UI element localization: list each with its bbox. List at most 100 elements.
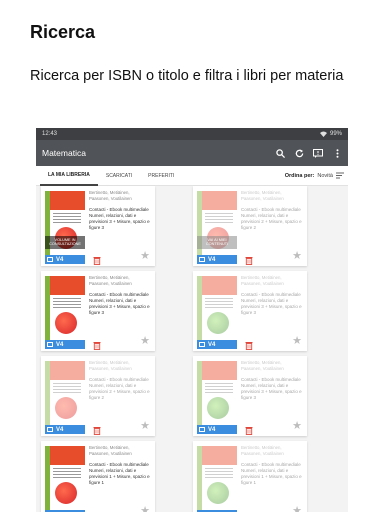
tab-scaricati[interactable]: SCARICATI (98, 166, 140, 186)
version-badge: V4 (197, 255, 237, 264)
cover-spine (197, 361, 202, 425)
cover-text-lines (53, 468, 81, 480)
book-cover[interactable] (197, 446, 237, 510)
trash-icon[interactable] (245, 507, 253, 512)
favorite-star-icon[interactable]: ★ (140, 336, 150, 347)
book-authors: Bertinetto, Metiäinen, Paasonen, Voutila… (241, 360, 284, 371)
book-title: Contacti - Ebook multimediale Numeri, re… (89, 462, 150, 485)
cover-artwork (55, 397, 77, 419)
status-time: 12:43 (42, 131, 58, 137)
trash-icon[interactable] (245, 422, 253, 435)
book-cover[interactable] (45, 446, 85, 510)
calendar-icon (199, 342, 205, 347)
version-label: V4 (56, 256, 64, 263)
book-card[interactable]: VOLUME IN CONSULTAZIONE V4 Bertinetto, Met… (41, 186, 155, 266)
tab-preferiti[interactable]: PREFERITI (140, 166, 182, 186)
calendar-icon (199, 257, 205, 262)
favorite-star-icon[interactable]: ★ (140, 506, 150, 512)
version-badge: V4 (45, 255, 85, 264)
calendar-icon (47, 342, 53, 347)
sort-value: Novità (317, 172, 333, 179)
book-authors: Bertinetto, Metiäinen, Paasonen, Voutila… (241, 445, 284, 456)
favorite-star-icon[interactable]: ★ (292, 251, 302, 262)
status-bar: 12:43 99% (36, 128, 348, 140)
favorite-star-icon[interactable]: ★ (292, 421, 302, 432)
message-icon[interactable] (313, 148, 323, 158)
app-bar-title: Matematica (42, 148, 86, 158)
book-title: Contacti - Ebook multimediale Numeri, re… (241, 377, 302, 400)
tablet-screen: 12:43 99% Matematica LA MIA LIBRERIA SCA… (36, 128, 348, 512)
version-badge: V4 (197, 425, 237, 434)
cover-text-lines (53, 213, 81, 225)
book-title: Contacti - Ebook multimediale Numeri, re… (89, 292, 150, 315)
calendar-icon (47, 257, 53, 262)
trash-icon[interactable] (93, 507, 101, 512)
book-card[interactable]: V4Bertinetto, Metiäinen, Paasonen, Vouti… (41, 441, 155, 512)
cover-overlay-label[interactable]: VOLUME IN CONSULTAZIONE (45, 235, 85, 249)
trash-icon[interactable] (245, 337, 253, 350)
calendar-icon (47, 427, 53, 432)
book-cover[interactable] (45, 276, 85, 340)
book-cover[interactable] (197, 361, 237, 425)
refresh-icon[interactable] (294, 148, 304, 158)
cover-spine (197, 446, 202, 510)
book-authors: Bertinetto, Metiäinen, Paasonen, Voutila… (89, 275, 132, 286)
book-info: Bertinetto, Metiäinen, Paasonen, Voutila… (241, 190, 303, 231)
cover-text-lines (205, 213, 233, 225)
book-card[interactable]: V4 Bertinetto, Metiäinen, Paasonen, Vouti… (193, 271, 307, 351)
book-info: Bertinetto, Metiäinen, Paasonen, Voutila… (241, 360, 303, 401)
trash-icon[interactable] (93, 252, 101, 265)
sort-label: Ordina per: (284, 172, 315, 179)
book-title: Contacti - Ebook multimediale Numeri, re… (241, 292, 302, 315)
search-icon[interactable] (275, 148, 285, 158)
trash-icon[interactable] (93, 337, 101, 350)
version-badge: V4 (45, 425, 85, 434)
book-info: Bertinetto, Metiäinen, Paasonen, Voutila… (241, 445, 303, 486)
app-bar: Matematica (36, 140, 348, 166)
book-title: Contacti - Ebook multimediale Numeri, re… (241, 462, 302, 485)
cover-artwork (55, 312, 77, 334)
version-label: V4 (56, 341, 64, 348)
book-info: Bertinetto, Metiäinen, Paasonen, Voutila… (89, 360, 151, 401)
cover-overlay-label[interactable]: VAI AI MIEI CONTENUTI (197, 235, 237, 249)
cover-text-lines (53, 383, 81, 395)
book-card[interactable]: V4 Bertinetto, Metiäinen, Paasonen, Vouti… (41, 271, 155, 351)
promo-title: Ricerca (30, 22, 96, 42)
book-card[interactable]: VAI AI MIEI CONTENUTI V4 Bertinetto, Metiä… (193, 186, 307, 266)
book-authors: Bertinetto, Metiäinen, Paasonen, Voutila… (89, 190, 132, 201)
battery-level: 99% (329, 131, 342, 137)
book-card[interactable]: V4Bertinetto, Metiäinen, Paasonen, Vouti… (193, 441, 307, 512)
book-cover[interactable] (197, 276, 237, 340)
cover-artwork (207, 312, 229, 334)
cover-text-lines (205, 298, 233, 310)
book-card[interactable]: V4 Bertinetto, Metiäinen, Paasonen, Vouti… (193, 356, 307, 436)
cover-text-lines (205, 468, 233, 480)
favorite-star-icon[interactable]: ★ (140, 251, 150, 262)
favorite-star-icon[interactable]: ★ (292, 506, 302, 512)
more-vert-icon[interactable] (332, 148, 342, 158)
favorite-star-icon[interactable]: ★ (292, 336, 302, 347)
cover-spine (45, 361, 50, 425)
cover-spine (197, 276, 202, 340)
cover-artwork (55, 482, 77, 504)
book-card[interactable]: V4 Bertinetto, Metiäinen, Paasonen, Vouti… (41, 356, 155, 436)
cover-text-lines (53, 298, 81, 310)
trash-icon[interactable] (93, 422, 101, 435)
version-label: V4 (56, 426, 64, 433)
book-cover[interactable]: VAI AI MIEI CONTENUTI (197, 191, 237, 255)
version-label: V4 (208, 341, 216, 348)
sort-control[interactable]: Ordina per: Novità (285, 172, 344, 179)
book-authors: Bertinetto, Metiäinen, Paasonen, Voutila… (241, 190, 284, 201)
cover-spine (45, 276, 50, 340)
cover-text-lines (205, 383, 233, 395)
cover-artwork (207, 482, 229, 504)
book-cover[interactable]: VOLUME IN CONSULTAZIONE (45, 191, 85, 255)
tab-la-mia-libreria[interactable]: LA MIA LIBRERIA (40, 166, 98, 186)
book-cover[interactable] (45, 361, 85, 425)
wifi-icon (319, 131, 327, 137)
trash-icon[interactable] (245, 252, 253, 265)
book-info: Bertinetto, Metiäinen, Paasonen, Voutila… (89, 445, 151, 486)
calendar-icon (199, 427, 205, 432)
favorite-star-icon[interactable]: ★ (140, 421, 150, 432)
book-authors: Bertinetto, Metiäinen, Paasonen, Voutila… (241, 275, 284, 286)
